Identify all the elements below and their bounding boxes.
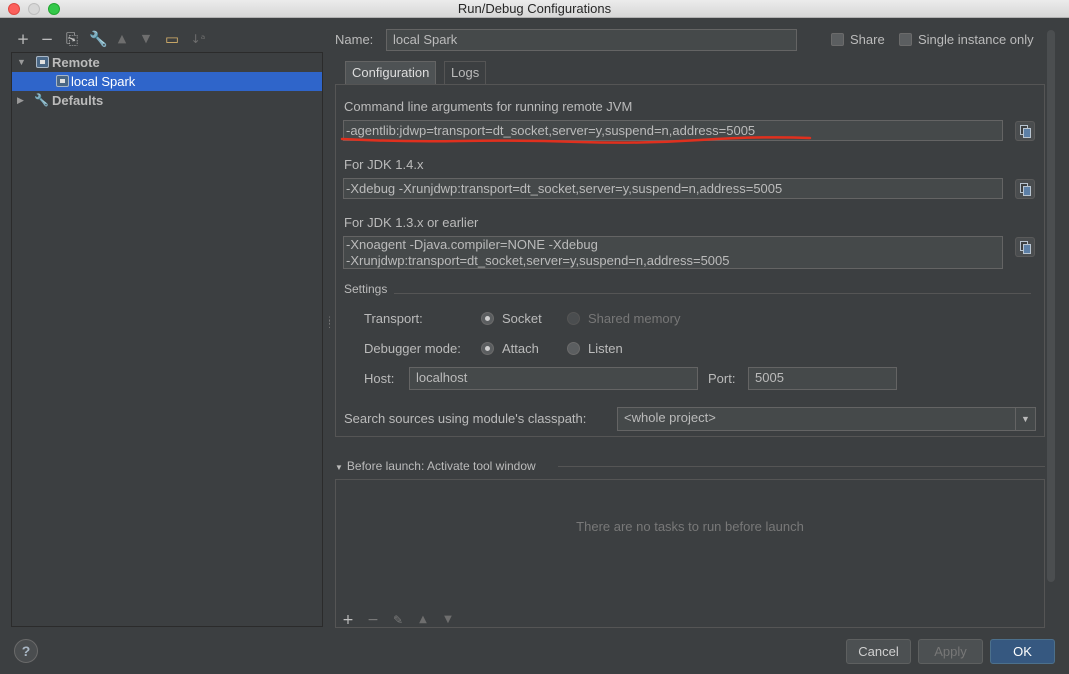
tree-item-local-spark[interactable]: local Spark bbox=[12, 72, 322, 91]
remote-config-icon bbox=[36, 56, 49, 68]
before-launch-title[interactable]: ▼ Before launch: Activate tool window bbox=[335, 459, 536, 473]
configuration-tree[interactable]: ▼ Remote local Spark ▶ 🔧 Defaults bbox=[11, 52, 323, 627]
copy-icon[interactable]: ⎘ bbox=[63, 30, 81, 48]
expand-arrow-icon[interactable]: ▼ bbox=[17, 53, 26, 72]
host-input[interactable]: localhost bbox=[409, 367, 698, 390]
defaults-wrench-icon: 🔧 bbox=[34, 93, 49, 107]
add-icon[interactable]: + bbox=[14, 30, 32, 48]
folder-icon[interactable]: ▭ bbox=[163, 30, 181, 48]
port-label: Port: bbox=[708, 371, 736, 386]
help-button[interactable]: ? bbox=[14, 639, 38, 663]
debugger-attach-label[interactable]: Attach bbox=[502, 341, 539, 356]
collapse-arrow-icon[interactable]: ▶ bbox=[17, 91, 24, 110]
copy-jdk14-button[interactable] bbox=[1015, 179, 1035, 199]
collapse-arrow-icon[interactable]: ▼ bbox=[335, 463, 343, 472]
settings-separator bbox=[394, 293, 1031, 294]
copy-cmd-args-button[interactable] bbox=[1015, 121, 1035, 141]
remove-icon[interactable]: − bbox=[38, 30, 56, 48]
settings-label: Settings bbox=[344, 282, 388, 296]
classpath-selected-value: <whole project> bbox=[624, 410, 716, 425]
window-title: Run/Debug Configurations bbox=[457, 1, 612, 16]
cancel-button[interactable]: Cancel bbox=[846, 639, 911, 664]
before-launch-separator bbox=[558, 466, 1045, 467]
move-down-icon[interactable]: ▼ bbox=[137, 30, 155, 48]
title-bar: Run/Debug Configurations bbox=[0, 0, 1069, 18]
tree-item-label: Remote bbox=[52, 55, 100, 70]
debugger-mode-label: Debugger mode: bbox=[364, 341, 461, 356]
dropdown-arrow-icon[interactable]: ▼ bbox=[1015, 408, 1035, 430]
jdk14-label: For JDK 1.4.x bbox=[344, 157, 424, 172]
host-label: Host: bbox=[364, 371, 395, 386]
add-task-icon[interactable]: + bbox=[340, 612, 356, 628]
red-underline-annotation bbox=[340, 136, 812, 144]
name-label: Name: bbox=[335, 32, 374, 47]
transport-socket-label[interactable]: Socket bbox=[502, 311, 542, 326]
edit-task-icon[interactable]: ✎ bbox=[390, 612, 406, 628]
transport-shared-memory-radio[interactable] bbox=[567, 312, 580, 325]
tab-logs[interactable]: Logs bbox=[444, 61, 487, 84]
transport-label: Transport: bbox=[364, 311, 423, 326]
debugger-attach-radio[interactable] bbox=[481, 342, 494, 355]
tree-item-remote[interactable]: ▼ Remote bbox=[12, 53, 322, 72]
wrench-icon[interactable]: 🔧 bbox=[89, 30, 108, 48]
vertical-scrollbar[interactable] bbox=[1047, 30, 1055, 582]
port-input[interactable]: 5005 bbox=[748, 367, 897, 390]
jdk14-field[interactable]: -Xdebug -Xrunjdwp:transport=dt_socket,se… bbox=[343, 178, 1003, 199]
transport-shared-memory-label[interactable]: Shared memory bbox=[588, 311, 680, 326]
apply-button[interactable]: Apply bbox=[918, 639, 983, 664]
jdk13-label: For JDK 1.3.x or earlier bbox=[344, 215, 479, 230]
move-task-down-icon[interactable]: ▼ bbox=[440, 612, 456, 628]
copy-jdk13-button[interactable] bbox=[1015, 237, 1035, 257]
single-instance-checkbox[interactable] bbox=[899, 33, 912, 46]
name-input[interactable]: local Spark bbox=[386, 29, 797, 51]
cmd-args-label: Command line arguments for running remot… bbox=[344, 99, 633, 114]
sort-icon[interactable]: ↓ᵃ bbox=[189, 30, 207, 48]
share-label[interactable]: Share bbox=[850, 32, 885, 47]
jdk13-line-1: -Xnoagent -Djava.compiler=NONE -Xdebug bbox=[346, 237, 598, 252]
classpath-select[interactable]: <whole project> ▼ bbox=[617, 407, 1036, 431]
ok-button[interactable]: OK bbox=[990, 639, 1055, 664]
classpath-label: Search sources using module's classpath: bbox=[344, 411, 587, 426]
tab-configuration[interactable]: Configuration bbox=[345, 61, 437, 84]
debugger-listen-radio[interactable] bbox=[567, 342, 580, 355]
move-task-up-icon[interactable]: ▲ bbox=[415, 612, 431, 628]
tree-item-label: Defaults bbox=[52, 93, 104, 108]
remote-config-icon bbox=[56, 75, 69, 87]
splitter-handle[interactable]: ⋮ ⋮ bbox=[325, 316, 334, 334]
transport-socket-radio[interactable] bbox=[481, 312, 494, 325]
before-launch-tasks-list[interactable]: There are no tasks to run before launch bbox=[335, 479, 1045, 628]
empty-tasks-text: There are no tasks to run before launch bbox=[576, 519, 804, 534]
debugger-listen-label[interactable]: Listen bbox=[588, 341, 623, 356]
tree-item-defaults[interactable]: ▶ 🔧 Defaults bbox=[12, 91, 322, 110]
remove-task-icon[interactable]: − bbox=[365, 612, 381, 628]
single-instance-label[interactable]: Single instance only bbox=[918, 32, 1034, 47]
jdk13-line-2: -Xrunjdwp:transport=dt_socket,server=y,s… bbox=[346, 253, 730, 268]
move-up-icon[interactable]: ▲ bbox=[113, 30, 131, 48]
share-checkbox[interactable] bbox=[831, 33, 844, 46]
jdk13-field[interactable]: -Xnoagent -Djava.compiler=NONE -Xdebug -… bbox=[343, 236, 1003, 269]
tree-item-label: local Spark bbox=[71, 74, 136, 89]
